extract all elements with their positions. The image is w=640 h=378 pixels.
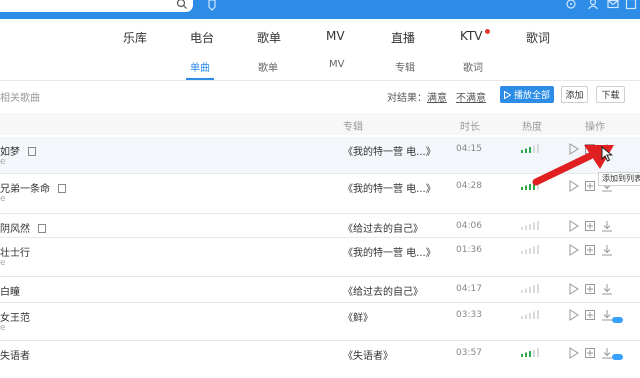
row-actions[interactable]: [567, 242, 617, 256]
search-input[interactable]: [0, 0, 193, 12]
feedback-label: 对结果：: [387, 93, 427, 104]
song-title[interactable]: 阴风然: [0, 220, 46, 235]
album-link[interactable]: 《我的特一营 电...》: [343, 180, 436, 195]
album-link[interactable]: 《鲜》: [343, 309, 373, 324]
song-subtitle: e: [0, 258, 6, 268]
satisfied-link[interactable]: 满意: [427, 89, 447, 104]
duration-text: 03:33: [456, 310, 482, 320]
top-bar: [0, 0, 640, 19]
tab-radio[interactable]: 电台: [190, 29, 214, 46]
heat-bars-icon: [521, 348, 539, 357]
duration-text: 04:15: [456, 144, 482, 154]
table-row[interactable]: 女王范 e 《鲜》 03:33: [0, 303, 640, 340]
user-icon[interactable]: [587, 0, 599, 10]
song-title[interactable]: 女王范: [0, 309, 30, 324]
duration-text: 04:06: [456, 221, 482, 231]
heat-bars-icon: [521, 284, 539, 293]
download-button[interactable]: 下载: [596, 86, 625, 103]
heat-header: 热度: [522, 122, 542, 133]
subtab-playlists[interactable]: 歌单: [258, 59, 278, 74]
add-to-list-tooltip: 添加到列表: [598, 172, 640, 186]
tab-live[interactable]: 直播: [391, 29, 415, 46]
download-badge-icon: [612, 354, 623, 360]
row-actions[interactable]: [567, 345, 617, 359]
song-title-text[interactable]: 白瞳: [0, 287, 20, 298]
mv-icon[interactable]: [58, 184, 66, 193]
unsatisfied-link[interactable]: 不满意: [456, 89, 486, 104]
play-icon: [503, 90, 511, 99]
tab-music-library[interactable]: 乐库: [123, 29, 147, 46]
song-title[interactable]: 兄弟一条命: [0, 180, 66, 195]
subtab-lyrics[interactable]: 歌词: [463, 59, 483, 74]
album-link[interactable]: 《我的特一营 电...》: [343, 244, 436, 259]
notification-dot: [485, 29, 490, 34]
play-all-button[interactable]: 播放全部: [500, 86, 554, 103]
tab-playlist[interactable]: 歌单: [257, 29, 281, 46]
album-link[interactable]: 《给过去的自己》: [343, 220, 423, 235]
song-subtitle: e: [0, 157, 6, 167]
album-header: 专辑: [343, 122, 363, 133]
duration-header: 时长: [460, 122, 480, 133]
duration-text: 04:17: [456, 284, 482, 294]
song-title[interactable]: 如梦: [0, 143, 36, 158]
song-title-text[interactable]: 阴风然: [0, 224, 30, 235]
album-link[interactable]: 《我的特一营 电...》: [343, 143, 436, 158]
row-actions[interactable]: [567, 281, 617, 295]
album-link[interactable]: 《给过去的自己》: [343, 283, 423, 298]
heat-bars-icon: [521, 310, 539, 319]
tab-ktv[interactable]: KTV: [460, 29, 482, 43]
table-header: [0, 113, 640, 135]
ops-header: 操作: [585, 122, 605, 133]
mv-icon[interactable]: [38, 224, 46, 233]
search-icon[interactable]: [176, 0, 188, 10]
subtab-songs[interactable]: 单曲: [190, 59, 210, 74]
song-subtitle: e: [0, 194, 6, 204]
skin-icon[interactable]: [625, 0, 637, 10]
heat-bars-icon: [521, 245, 539, 254]
song-title[interactable]: 白瞳: [0, 283, 20, 298]
mouse-cursor: [601, 146, 613, 162]
tab-mv[interactable]: MV: [326, 29, 345, 43]
song-subtitle: e: [0, 323, 6, 333]
mv-icon[interactable]: [28, 147, 36, 156]
table-row[interactable]: 壮士行 e 《我的特一营 电...》 01:36: [0, 238, 640, 275]
row-actions[interactable]: [567, 307, 617, 321]
add-button[interactable]: 添加: [561, 86, 588, 103]
nav-divider: [0, 80, 640, 81]
download-badge-icon: [612, 317, 623, 323]
related-songs-label: 相关歌曲: [0, 93, 40, 104]
duration-text: 01:36: [456, 245, 482, 255]
subtab-mv[interactable]: MV: [329, 59, 344, 70]
duration-text: 03:57: [456, 348, 482, 358]
listen-icon[interactable]: [206, 0, 218, 11]
settings-icon[interactable]: [565, 0, 577, 10]
row-actions[interactable]: [567, 218, 617, 232]
mail-icon[interactable]: [607, 0, 619, 10]
play-all-label: 播放全部: [513, 91, 550, 101]
song-title[interactable]: 壮士行: [0, 244, 30, 259]
heat-bars-icon: [521, 221, 539, 230]
subtab-albums[interactable]: 专辑: [395, 59, 415, 74]
tab-lyrics[interactable]: 歌词: [526, 29, 550, 46]
song-title-text[interactable]: 失语者: [0, 351, 30, 362]
duration-text: 04:28: [456, 181, 482, 191]
song-title-text[interactable]: 兄弟一条命: [0, 184, 50, 195]
